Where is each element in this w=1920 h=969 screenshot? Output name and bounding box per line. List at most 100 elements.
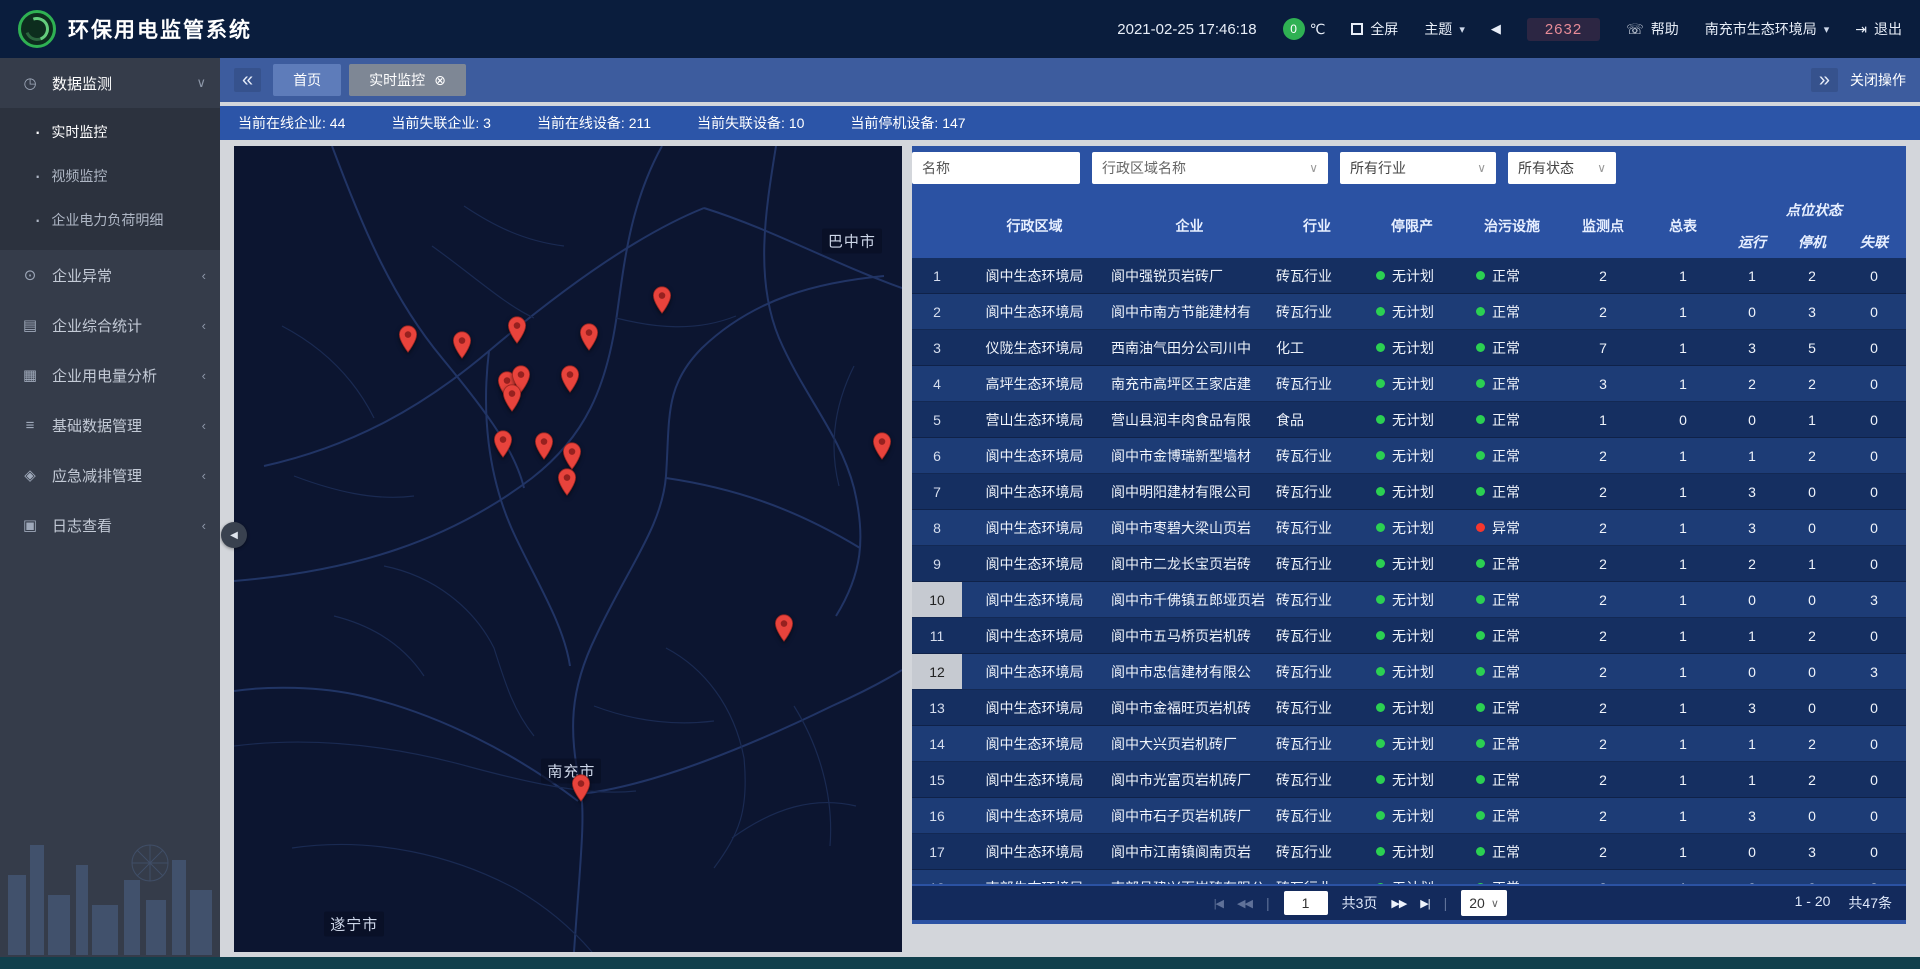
- close-operations-button[interactable]: 关闭操作: [1850, 70, 1906, 90]
- table-row[interactable]: 10阆中生态环境局阆中市千佛镇五郎垭页岩砖瓦行业无计划正常21003: [912, 582, 1906, 618]
- table-row[interactable]: 14阆中生态环境局阆中大兴页岩机砖厂砖瓦行业无计划正常21120: [912, 726, 1906, 762]
- speaker-icon[interactable]: ◀: [1491, 21, 1501, 37]
- theme-dropdown[interactable]: 主题 ▾: [1424, 19, 1465, 39]
- map-pin[interactable]: [560, 365, 580, 398]
- next-page-button[interactable]: ▶▶: [1391, 897, 1406, 910]
- logout-button[interactable]: ⇥ 退出: [1855, 19, 1902, 39]
- table-row[interactable]: 4高坪生态环境局南充市高坪区王家店建砖瓦行业无计划正常31220: [912, 366, 1906, 402]
- status-dot: [1476, 595, 1485, 604]
- status-dot: [1476, 487, 1485, 496]
- page-size-select[interactable]: 20 ∨: [1461, 890, 1507, 916]
- map-pin[interactable]: [774, 614, 794, 647]
- region-filter-select[interactable]: 行政区域名称 ∨: [1092, 152, 1328, 184]
- cell-industry: 砖瓦行业: [1272, 762, 1362, 797]
- map-panel[interactable]: 巴中市南充市遂宁市: [234, 146, 902, 952]
- app-root: 环保用电监管系统 2021-02-25 17:46:18 0 ℃ 全屏 主题 ▾…: [0, 0, 1920, 969]
- sidebar-subitem[interactable]: ·企业电力负荷明细: [0, 198, 220, 242]
- name-filter-input[interactable]: [912, 152, 1080, 184]
- table-row[interactable]: 18南部生态环境局南部县建兴页岩砖有限公砖瓦行业无计划正常21003: [912, 870, 1906, 884]
- cell-region: 仪陇生态环境局: [962, 330, 1107, 365]
- table-row[interactable]: 15阆中生态环境局阆中市光富页岩机砖厂砖瓦行业无计划正常21120: [912, 762, 1906, 798]
- table-row[interactable]: 3仪陇生态环境局西南油气田分公司川中化工无计划正常71350: [912, 330, 1906, 366]
- cell-facility: 正常: [1462, 438, 1562, 473]
- map-pin[interactable]: [398, 325, 418, 358]
- cell-company: 西南油气田分公司川中: [1107, 330, 1272, 365]
- sidebar-subitem[interactable]: ·实时监控: [0, 110, 220, 154]
- map-pin[interactable]: [652, 286, 672, 319]
- map-pin[interactable]: [872, 432, 892, 465]
- cell-points: 2: [1562, 726, 1644, 761]
- first-page-button[interactable]: |◀: [1214, 897, 1223, 910]
- tabs-scroll-right-button[interactable]: »: [1811, 68, 1838, 92]
- map-pin[interactable]: [493, 430, 513, 463]
- cell-seq: 10: [912, 582, 962, 617]
- table-row[interactable]: 11阆中生态环境局阆中市五马桥页岩机砖砖瓦行业无计划正常21120: [912, 618, 1906, 654]
- sidebar-group-item[interactable]: ▣日志查看‹: [0, 500, 220, 550]
- status-dot: [1376, 379, 1385, 388]
- status-dot: [1476, 271, 1485, 280]
- table-row[interactable]: 7阆中生态环境局阆中明阳建材有限公司砖瓦行业无计划正常21300: [912, 474, 1906, 510]
- tabs-scroll-left-button[interactable]: «: [234, 68, 261, 92]
- prev-page-button[interactable]: ◀◀: [1237, 897, 1252, 910]
- status-filter-value: 所有状态: [1518, 158, 1574, 178]
- cell-points: 7: [1562, 330, 1644, 365]
- cell-company: 阆中大兴页岩机砖厂: [1107, 726, 1272, 761]
- cell-running: 1: [1722, 726, 1782, 761]
- sidebar-group-label: 日志查看: [52, 515, 202, 536]
- map-pin[interactable]: [502, 384, 522, 417]
- chevron-left-icon: ‹: [202, 518, 206, 533]
- sidebar-group-label: 企业综合统计: [52, 315, 202, 336]
- last-page-button[interactable]: ▶|: [1420, 897, 1429, 910]
- map-pin[interactable]: [452, 331, 472, 364]
- table-row[interactable]: 12阆中生态环境局阆中市忠信建材有限公砖瓦行业无计划正常21003: [912, 654, 1906, 690]
- sidebar-group-item[interactable]: ◷数据监测∨: [0, 58, 220, 108]
- stat-value: 3: [483, 115, 491, 131]
- column-header-stopped: 停机: [1782, 226, 1842, 258]
- help-button[interactable]: ☏ 帮助: [1626, 19, 1679, 39]
- tab-bar-right: » 关闭操作: [1811, 68, 1906, 92]
- sidebar-group-item[interactable]: ▤企业综合统计‹: [0, 300, 220, 350]
- industry-filter-select[interactable]: 所有行业 ∨: [1340, 152, 1496, 184]
- table-row[interactable]: 16阆中生态环境局阆中市石子页岩机砖厂砖瓦行业无计划正常21300: [912, 798, 1906, 834]
- status-dot: [1376, 739, 1385, 748]
- table-row[interactable]: 17阆中生态环境局阆中市江南镇阆南页岩砖瓦行业无计划正常21030: [912, 834, 1906, 870]
- table-row[interactable]: 9阆中生态环境局阆中市二龙长宝页岩砖砖瓦行业无计划正常21210: [912, 546, 1906, 582]
- close-icon[interactable]: ⊗: [434, 72, 446, 89]
- map-pin[interactable]: [571, 774, 591, 807]
- sidebar-group-item[interactable]: ≡基础数据管理‹: [0, 400, 220, 450]
- sidebar-submenu: ·实时监控·视频监控·企业电力负荷明细: [0, 108, 220, 250]
- map-pin[interactable]: [557, 468, 577, 501]
- cell-limit: 无计划: [1362, 438, 1462, 473]
- sidebar-group-item[interactable]: ⊙企业异常‹: [0, 250, 220, 300]
- map-collapse-button[interactable]: ◀: [221, 522, 247, 548]
- sidebar-subitem[interactable]: ·视频监控: [0, 154, 220, 198]
- table-row[interactable]: 1阆中生态环境局阆中强锐页岩砖厂砖瓦行业无计划正常21120: [912, 258, 1906, 294]
- map-pin[interactable]: [534, 432, 554, 465]
- stat-item: 当前停机设备: 147: [850, 113, 965, 133]
- cell-stopped: 5: [1782, 330, 1842, 365]
- cell-running: 1: [1722, 258, 1782, 293]
- sidebar-group-item[interactable]: ◈应急减排管理‹: [0, 450, 220, 500]
- table-row[interactable]: 6阆中生态环境局阆中市金博瑞新型墙材砖瓦行业无计划正常21120: [912, 438, 1906, 474]
- table-header: 行政区域 企业 行业 停限产 治污设施 监测点 总表 点位状态 运行 停机 失联: [912, 194, 1906, 258]
- fullscreen-button[interactable]: 全屏: [1351, 19, 1398, 39]
- pagination-divider: |: [1444, 895, 1448, 911]
- table-row[interactable]: 5营山生态环境局营山县润丰肉食品有限食品无计划正常10010: [912, 402, 1906, 438]
- cell-limit: 无计划: [1362, 834, 1462, 869]
- column-header-seq: [912, 194, 962, 258]
- page-number-input[interactable]: [1284, 891, 1328, 915]
- sidebar-group-icon: ◈: [20, 466, 40, 484]
- table-row[interactable]: 13阆中生态环境局阆中市金福旺页岩机砖砖瓦行业无计划正常21300: [912, 690, 1906, 726]
- sidebar-group-item[interactable]: ▦企业用电量分析‹: [0, 350, 220, 400]
- status-dot: [1476, 847, 1485, 856]
- org-dropdown[interactable]: 南充市生态环境局 ▾: [1705, 19, 1830, 39]
- table-row[interactable]: 2阆中生态环境局阆中市南方节能建材有砖瓦行业无计划正常21030: [912, 294, 1906, 330]
- cell-region: 阆中生态环境局: [962, 762, 1107, 797]
- table-row[interactable]: 8阆中生态环境局阆中市枣碧大梁山页岩砖瓦行业无计划异常21300: [912, 510, 1906, 546]
- tab-item[interactable]: 首页: [273, 64, 341, 96]
- status-filter-select[interactable]: 所有状态 ∨: [1508, 152, 1616, 184]
- map-pin[interactable]: [507, 316, 527, 349]
- pin-icon: [493, 430, 513, 458]
- map-pin[interactable]: [579, 323, 599, 356]
- tab-active[interactable]: 实时监控⊗: [349, 64, 466, 96]
